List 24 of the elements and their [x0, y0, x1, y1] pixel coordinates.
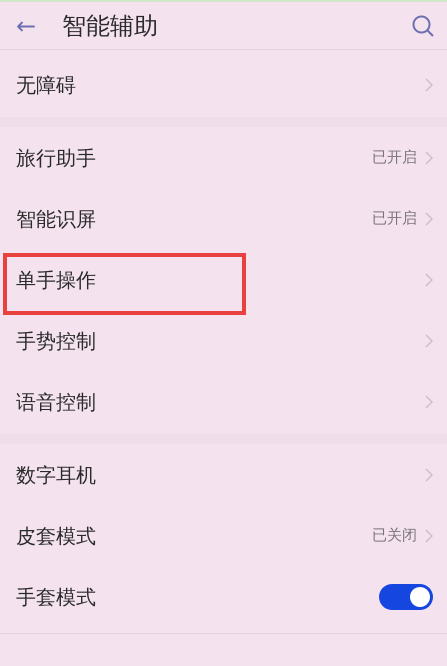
- setting-label[interactable]: 旅行助手: [16, 148, 96, 168]
- chevron-right-icon: [425, 150, 433, 164]
- setting-label[interactable]: 智能识屏: [16, 208, 96, 228]
- setting-label[interactable]: 单手操作: [16, 270, 96, 290]
- setting-value: 已关闭: [372, 525, 417, 546]
- setting-label[interactable]: 手套模式: [16, 586, 96, 606]
- back-button[interactable]: ←: [16, 14, 36, 38]
- setting-label[interactable]: 皮套模式: [16, 526, 96, 546]
- toggle-switch[interactable]: [379, 584, 433, 610]
- chevron-right-icon: [425, 468, 433, 482]
- setting-label[interactable]: 手势控制: [16, 330, 96, 350]
- search-icon[interactable]: [411, 14, 435, 38]
- page-title: 智能辅助: [62, 10, 158, 42]
- setting-label[interactable]: 无障碍: [16, 74, 76, 94]
- chevron-right-icon: [425, 272, 433, 286]
- chevron-right-icon: [425, 528, 433, 542]
- chevron-right-icon: [425, 212, 433, 226]
- setting-value: 已开启: [372, 147, 417, 168]
- chevron-right-icon: [425, 78, 433, 92]
- chevron-right-icon: [425, 394, 433, 408]
- setting-label[interactable]: 语音控制: [16, 392, 96, 412]
- setting-label[interactable]: 数字耳机: [16, 464, 96, 484]
- chevron-right-icon: [425, 334, 433, 348]
- setting-value: 已开启: [372, 208, 417, 230]
